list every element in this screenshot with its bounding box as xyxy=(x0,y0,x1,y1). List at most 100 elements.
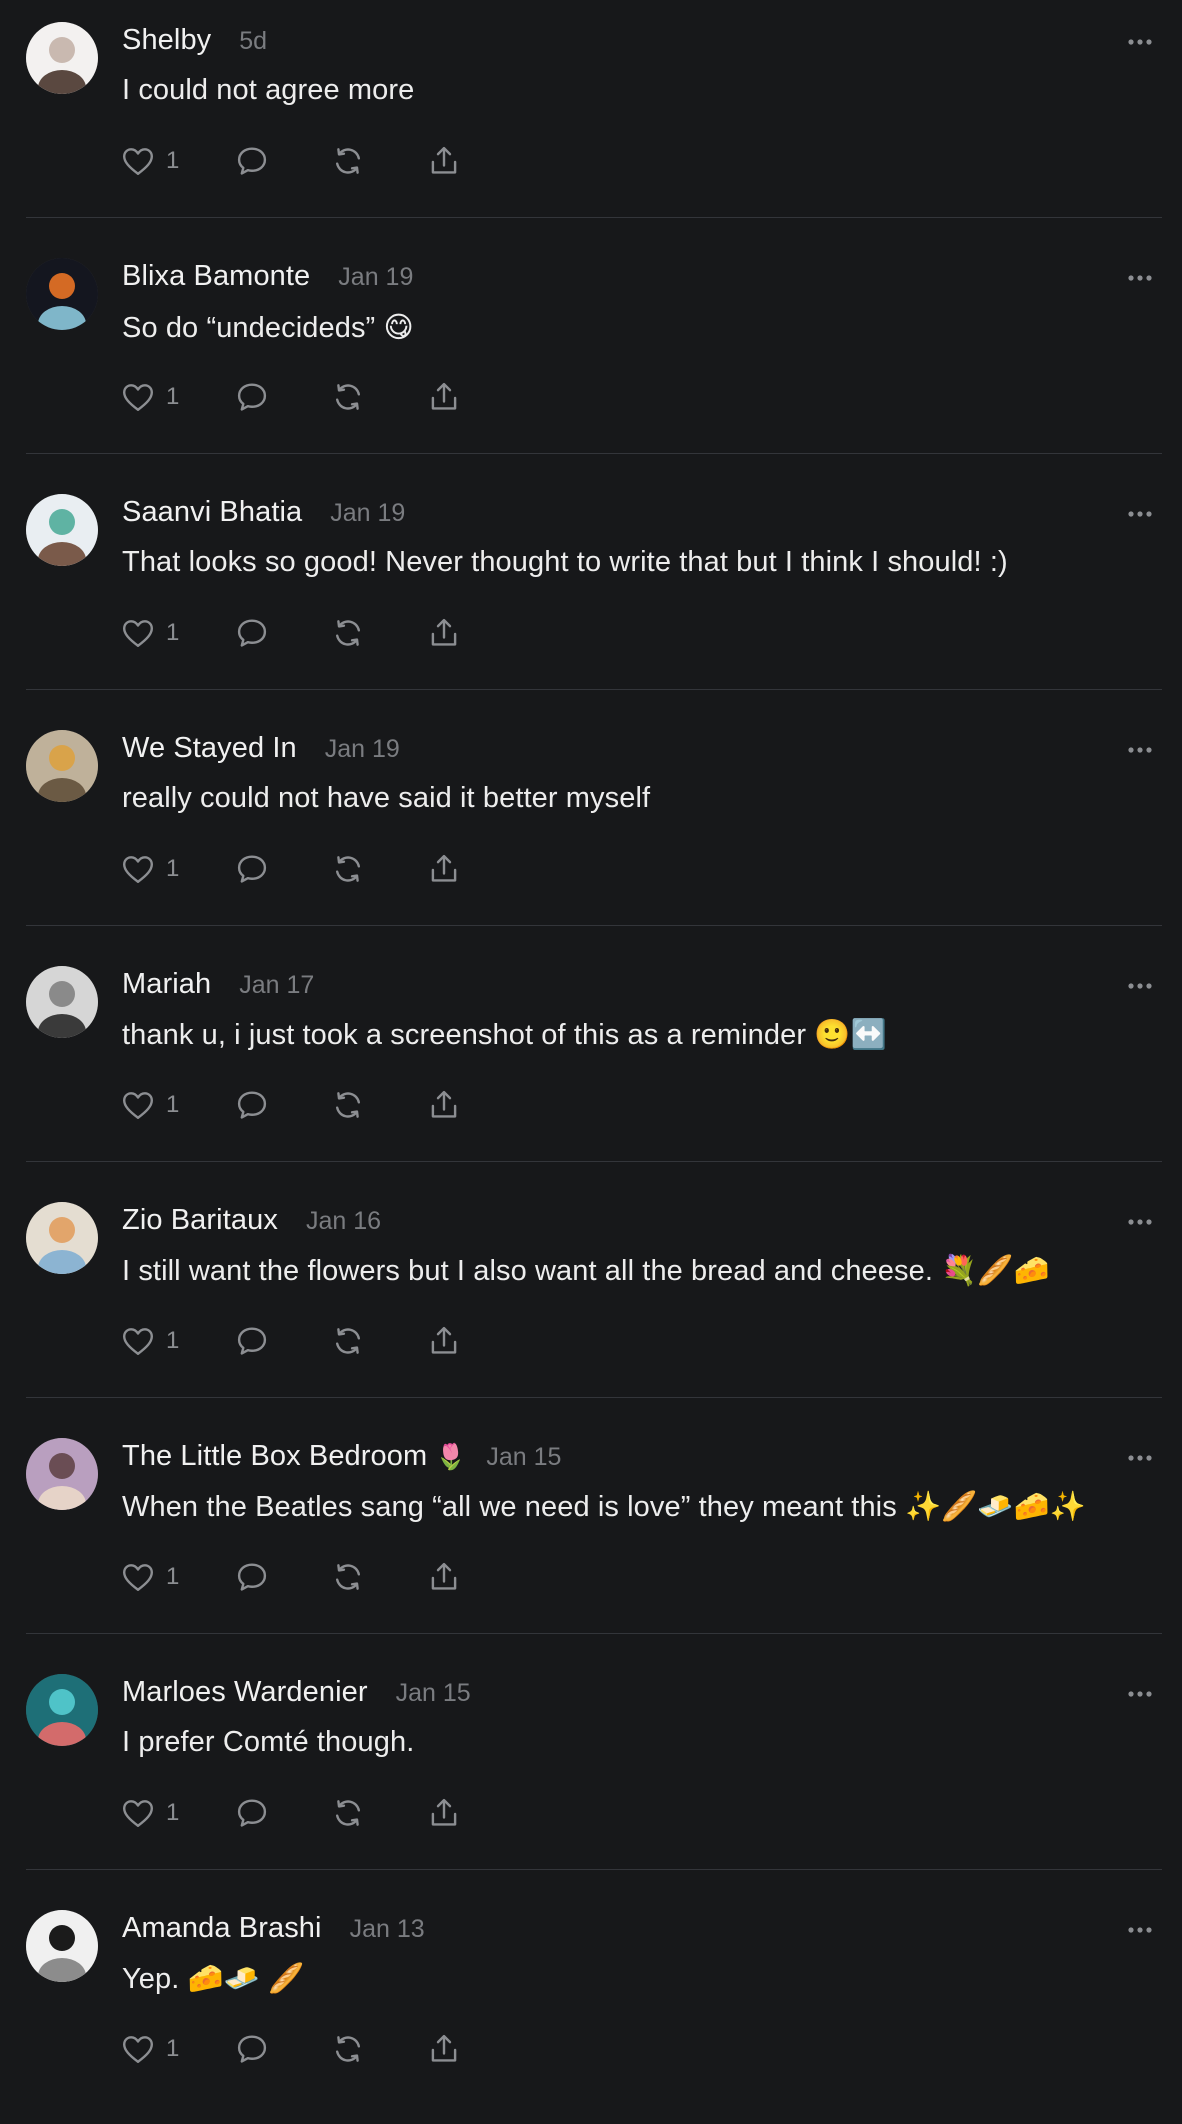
more-options-button[interactable] xyxy=(1124,970,1156,1002)
repost-button[interactable] xyxy=(330,142,426,180)
share-button[interactable] xyxy=(426,2030,466,2068)
repost-icon xyxy=(336,620,360,646)
reply-button[interactable] xyxy=(234,378,330,416)
more-options-button[interactable] xyxy=(1124,26,1156,58)
avatar[interactable] xyxy=(26,1910,98,1982)
reply-post[interactable]: Mariah Jan 17 thank u, i just took a scr… xyxy=(0,944,1182,1180)
post-header: Zio Baritaux Jan 16 xyxy=(122,1204,381,1237)
like-button[interactable]: 1 xyxy=(120,1558,234,1596)
more-horizontal-icon xyxy=(1128,275,1152,281)
more-options-button[interactable] xyxy=(1124,498,1156,530)
avatar[interactable] xyxy=(26,1438,98,1510)
repost-button[interactable] xyxy=(330,614,426,652)
reply-post[interactable]: The Little Box Bedroom 🌷 Jan 15 When the… xyxy=(0,1416,1182,1652)
share-button[interactable] xyxy=(426,850,466,888)
reply-button[interactable] xyxy=(234,850,330,888)
reply-post[interactable]: We Stayed In Jan 19 really could not hav… xyxy=(0,708,1182,944)
more-options-button[interactable] xyxy=(1124,1442,1156,1474)
share-button[interactable] xyxy=(426,1322,466,1360)
reply-button[interactable] xyxy=(234,614,330,652)
repost-button[interactable] xyxy=(330,1558,426,1596)
post-timestamp[interactable]: Jan 19 xyxy=(338,263,413,292)
share-button[interactable] xyxy=(426,1558,466,1596)
avatar[interactable] xyxy=(26,966,98,1038)
author-name[interactable]: Saanvi Bhatia xyxy=(122,496,302,529)
reply-button[interactable] xyxy=(234,1086,330,1124)
share-button[interactable] xyxy=(426,142,466,180)
repost-button[interactable] xyxy=(330,850,426,888)
share-button[interactable] xyxy=(426,378,466,416)
author-name[interactable]: We Stayed In xyxy=(122,732,297,765)
share-icon xyxy=(431,1090,457,1118)
reply-post[interactable]: Amanda Brashi Jan 13 Yep. 🧀🧈 🥖 1 xyxy=(0,1888,1182,2124)
post-timestamp[interactable]: Jan 19 xyxy=(325,735,400,764)
reply-button[interactable] xyxy=(234,1322,330,1360)
comment-icon xyxy=(237,147,267,175)
reply-button[interactable] xyxy=(234,142,330,180)
repost-button[interactable] xyxy=(330,1322,426,1360)
like-button[interactable]: 1 xyxy=(120,850,234,888)
reply-post[interactable]: Blixa Bamonte Jan 19 So do “undecideds” … xyxy=(0,236,1182,472)
reply-button[interactable] xyxy=(234,1558,330,1596)
heart-icon xyxy=(123,620,153,647)
author-name[interactable]: Marloes Wardenier xyxy=(122,1676,368,1709)
comment-icon xyxy=(237,1563,267,1591)
avatar[interactable] xyxy=(26,494,98,566)
reply-post[interactable]: Saanvi Bhatia Jan 19 That looks so good!… xyxy=(0,472,1182,708)
post-timestamp[interactable]: Jan 16 xyxy=(306,1207,381,1236)
like-button[interactable]: 1 xyxy=(120,2030,234,2068)
author-name[interactable]: Blixa Bamonte xyxy=(122,260,310,293)
reply-button[interactable] xyxy=(234,1794,330,1832)
reply-button[interactable] xyxy=(234,2030,330,2068)
post-header: Marloes Wardenier Jan 15 xyxy=(122,1676,471,1709)
avatar[interactable] xyxy=(26,22,98,94)
author-name[interactable]: Mariah xyxy=(122,968,211,1001)
post-timestamp[interactable]: Jan 13 xyxy=(350,1915,425,1944)
author-name[interactable]: The Little Box Bedroom xyxy=(122,1440,427,1473)
avatar[interactable] xyxy=(26,258,98,330)
like-count: 1 xyxy=(166,855,180,882)
more-options-button[interactable] xyxy=(1124,734,1156,766)
share-button[interactable] xyxy=(426,614,466,652)
post-timestamp[interactable]: Jan 15 xyxy=(396,1679,471,1708)
avatar-image xyxy=(26,494,98,566)
more-options-button[interactable] xyxy=(1124,1206,1156,1238)
heart-icon xyxy=(123,856,153,883)
post-timestamp[interactable]: Jan 15 xyxy=(486,1443,561,1472)
like-button[interactable]: 1 xyxy=(120,1794,234,1832)
share-icon xyxy=(431,146,457,174)
avatar[interactable] xyxy=(26,1202,98,1274)
like-count: 1 xyxy=(166,1091,180,1118)
post-actions: 1 xyxy=(120,142,466,180)
more-options-button[interactable] xyxy=(1124,1678,1156,1710)
repost-icon xyxy=(336,856,360,882)
post-timestamp[interactable]: Jan 17 xyxy=(239,971,314,1000)
avatar[interactable] xyxy=(26,730,98,802)
like-button[interactable]: 1 xyxy=(120,1086,234,1124)
avatar[interactable] xyxy=(26,1674,98,1746)
like-button[interactable]: 1 xyxy=(120,614,234,652)
like-button[interactable]: 1 xyxy=(120,1322,234,1360)
reply-post[interactable]: Marloes Wardenier Jan 15 I prefer Comté … xyxy=(0,1652,1182,1888)
post-timestamp[interactable]: Jan 19 xyxy=(330,499,405,528)
like-button[interactable]: 1 xyxy=(120,378,234,416)
repost-button[interactable] xyxy=(330,1794,426,1832)
more-options-button[interactable] xyxy=(1124,262,1156,294)
avatar-image xyxy=(26,730,98,802)
repost-button[interactable] xyxy=(330,378,426,416)
more-options-button[interactable] xyxy=(1124,1914,1156,1946)
reply-post[interactable]: Zio Baritaux Jan 16 I still want the flo… xyxy=(0,1180,1182,1416)
share-button[interactable] xyxy=(426,1794,466,1832)
post-header: Mariah Jan 17 xyxy=(122,968,314,1001)
post-timestamp[interactable]: 5d xyxy=(239,27,267,56)
reply-post[interactable]: Shelby 5d I could not agree more 1 xyxy=(0,0,1182,236)
author-name[interactable]: Amanda Brashi xyxy=(122,1912,322,1945)
post-actions: 1 xyxy=(120,614,466,652)
repost-button[interactable] xyxy=(330,1086,426,1124)
repost-button[interactable] xyxy=(330,2030,426,2068)
like-button[interactable]: 1 xyxy=(120,142,234,180)
author-name[interactable]: Zio Baritaux xyxy=(122,1204,278,1237)
share-icon xyxy=(431,1562,457,1590)
share-button[interactable] xyxy=(426,1086,466,1124)
author-name[interactable]: Shelby xyxy=(122,24,211,57)
